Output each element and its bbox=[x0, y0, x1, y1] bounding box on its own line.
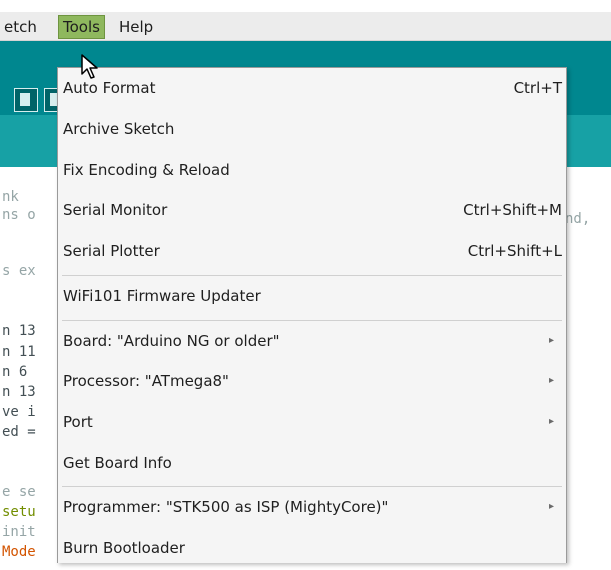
menu-item-burn-bootloader[interactable]: Burn Bootloader bbox=[58, 530, 566, 570]
code-line: Mode bbox=[2, 544, 36, 560]
code-line: n 13 bbox=[2, 323, 36, 339]
menu-item-label: Burn Bootloader bbox=[63, 539, 185, 557]
code-line: ve i bbox=[2, 404, 36, 420]
menu-item-serial-plotter[interactable]: Serial Plotter Ctrl+Shift+L bbox=[58, 233, 566, 273]
code-line: n 6 bbox=[2, 364, 28, 380]
menu-bar: etch Tools Help bbox=[0, 12, 611, 41]
menu-item-shortcut: Ctrl+Shift+L bbox=[467, 242, 562, 260]
menu-item-label: Get Board Info bbox=[63, 454, 172, 472]
menu-item-wifi101-updater[interactable]: WiFi101 Firmware Updater bbox=[58, 278, 566, 318]
menu-item-label: Board: "Arduino NG or older" bbox=[63, 332, 280, 350]
menu-item-label: Fix Encoding & Reload bbox=[63, 161, 230, 179]
code-line: nk bbox=[2, 189, 19, 205]
menu-item-label: Port bbox=[63, 413, 93, 431]
menu-tools[interactable]: Tools bbox=[58, 15, 105, 39]
menu-item-processor[interactable]: Processor: "ATmega8" ▸ bbox=[58, 363, 566, 403]
menu-sketch[interactable]: etch bbox=[4, 16, 37, 38]
tools-menu-dropdown: Auto Format Ctrl+T Archive Sketch Fix En… bbox=[57, 67, 567, 563]
menu-separator bbox=[62, 275, 562, 276]
menu-item-label: Serial Monitor bbox=[63, 201, 168, 219]
submenu-arrow-icon: ▸ bbox=[548, 416, 554, 427]
submenu-arrow-icon: ▸ bbox=[548, 335, 554, 346]
menu-item-serial-monitor[interactable]: Serial Monitor Ctrl+Shift+M bbox=[58, 192, 566, 232]
menu-item-port[interactable]: Port ▸ bbox=[58, 404, 566, 444]
submenu-arrow-icon: ▸ bbox=[548, 501, 554, 512]
menu-item-shortcut: Ctrl+T bbox=[513, 79, 562, 97]
code-line: e se bbox=[2, 484, 36, 500]
code-line: ed = bbox=[2, 424, 36, 440]
menu-item-label: Programmer: "STK500 as ISP (MightyCore)" bbox=[63, 498, 389, 516]
menu-item-archive-sketch[interactable]: Archive Sketch bbox=[58, 111, 566, 151]
new-sketch-button[interactable] bbox=[14, 88, 38, 112]
code-line: n 11 bbox=[2, 344, 36, 360]
menu-item-programmer[interactable]: Programmer: "STK500 as ISP (MightyCore)"… bbox=[58, 489, 566, 529]
submenu-arrow-icon: ▸ bbox=[548, 375, 554, 386]
menu-help[interactable]: Help bbox=[119, 16, 153, 38]
code-line: n 13 bbox=[2, 384, 36, 400]
menu-separator bbox=[62, 486, 562, 487]
arrow-cursor-icon bbox=[81, 54, 98, 79]
menu-item-board[interactable]: Board: "Arduino NG or older" ▸ bbox=[58, 323, 566, 363]
menu-item-label: Auto Format bbox=[63, 79, 156, 97]
menu-item-shortcut: Ctrl+Shift+M bbox=[463, 201, 562, 219]
code-line: s ex bbox=[2, 263, 36, 279]
menu-item-label: Serial Plotter bbox=[63, 242, 160, 260]
code-line: setu bbox=[2, 504, 36, 520]
menu-item-get-board-info[interactable]: Get Board Info bbox=[58, 445, 566, 485]
menu-item-auto-format[interactable]: Auto Format Ctrl+T bbox=[58, 70, 566, 110]
file-icon bbox=[20, 93, 30, 106]
code-fragment-right: nd, bbox=[565, 211, 591, 227]
menu-item-label: Processor: "ATmega8" bbox=[63, 372, 229, 390]
menu-item-fix-encoding[interactable]: Fix Encoding & Reload bbox=[58, 152, 566, 192]
window-top-edge bbox=[0, 0, 611, 12]
code-line: init bbox=[2, 524, 36, 540]
menu-item-label: Archive Sketch bbox=[63, 120, 175, 138]
code-line: ns o bbox=[2, 207, 36, 223]
menu-separator bbox=[62, 320, 562, 321]
menu-item-label: WiFi101 Firmware Updater bbox=[63, 287, 261, 305]
